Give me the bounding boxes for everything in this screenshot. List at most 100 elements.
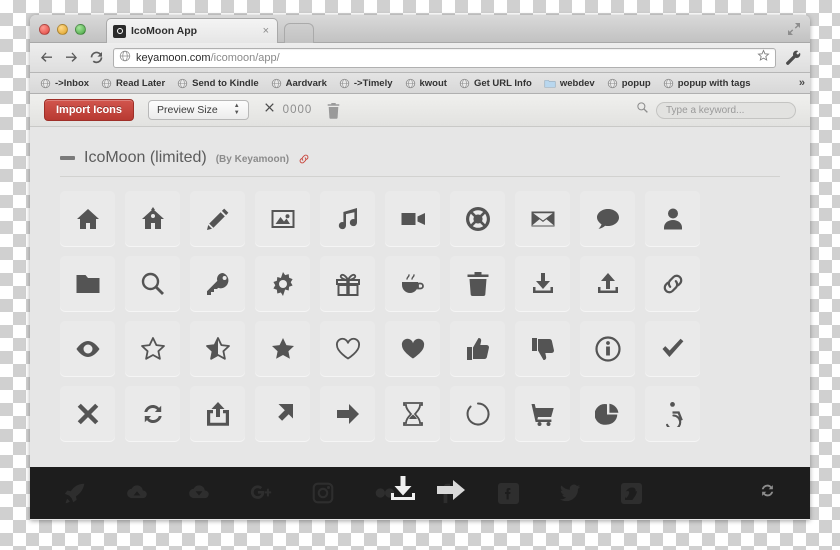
cloud-down-icon[interactable] [126,482,148,504]
accessibility-icon [665,401,683,427]
bookmark-item[interactable]: popup with tags [659,77,755,90]
browser-tab[interactable]: IcoMoon App × [106,18,278,43]
icon-tile-music[interactable] [320,191,375,246]
google-plus-icon[interactable] [250,482,272,504]
back-icon[interactable] [38,49,55,66]
icon-tile-image[interactable] [255,191,310,246]
browser-window: IcoMoon App × keyamoon.com/icomoon/app/ [30,15,810,520]
icon-set-title-row: IcoMoon (limited) (By Keyamoon) [60,149,780,177]
bookmark-item[interactable]: Get URL Info [455,77,536,90]
bookmark-item[interactable]: popup [603,77,655,90]
selection-counter: 0000 [263,101,313,119]
icon-tile-heart-full[interactable] [385,321,440,376]
download-tray-icon[interactable] [388,474,418,509]
icon-tile-search[interactable] [125,256,180,311]
close-window-button[interactable] [39,24,50,35]
bookmark-item[interactable]: Aardvark [267,77,331,90]
icon-tile-heart-empty[interactable] [320,321,375,376]
forward-icon[interactable] [63,49,80,66]
cross-icon[interactable] [263,101,276,119]
twitter-icon[interactable] [559,482,581,504]
icon-tile-thumbs-down[interactable] [515,321,570,376]
search-input[interactable]: Type a keyword... [656,101,796,119]
bookmark-item[interactable]: ->Inbox [36,77,93,90]
new-tab-button[interactable] [284,23,314,43]
bookmark-item[interactable]: kwout [401,77,451,90]
bookmark-item[interactable]: Read Later [97,77,169,90]
icon-tile-arrow-up-right[interactable] [255,386,310,441]
bookmark-item[interactable]: ->Timely [335,77,397,90]
link-icon[interactable] [298,152,310,164]
instagram-icon[interactable] [312,482,334,504]
icon-tile-cog[interactable] [255,256,310,311]
icon-tile-key[interactable] [190,256,245,311]
icon-tile-support[interactable] [450,191,505,246]
facebook-square-icon[interactable] [498,482,519,504]
icon-tile-cart[interactable] [515,386,570,441]
icon-tile-star-half[interactable] [190,321,245,376]
arrow-right-icon[interactable] [436,479,466,506]
globe-icon [607,78,617,88]
icon-tile-link[interactable] [645,256,700,311]
icon-tile-share[interactable] [190,386,245,441]
icon-tile-pie-chart[interactable] [580,386,635,441]
icon-tile-coffee[interactable] [385,256,440,311]
trash-icon[interactable] [326,102,341,119]
icon-tile-bubble[interactable] [580,191,635,246]
user-icon [663,208,682,229]
icon-tile-arrow-right[interactable] [320,386,375,441]
loop-icon [143,404,162,423]
icon-tile-loop[interactable] [125,386,180,441]
icon-tile-download[interactable] [515,256,570,311]
icon-tile-pencil[interactable] [190,191,245,246]
bubble-icon [596,208,619,229]
icon-tile-home[interactable] [60,191,115,246]
refresh-icon[interactable] [759,482,776,504]
icon-tile-info[interactable] [580,321,635,376]
icon-tile-star-full[interactable] [255,321,310,376]
minimize-window-button[interactable] [57,24,68,35]
icon-tile-video-camera[interactable] [385,191,440,246]
star-half-icon [205,336,230,360]
bookmark-item[interactable]: Send to Kindle [173,77,263,90]
icon-tile-upload[interactable] [580,256,635,311]
rocket-icon[interactable] [64,482,86,504]
icon-tile-spinner[interactable] [450,386,505,441]
icon-tile-hourglass[interactable] [385,386,440,441]
icon-tile-gift[interactable] [320,256,375,311]
preview-size-select[interactable]: Preview Size ▲ ▼ [148,100,249,120]
star-icon[interactable] [757,48,770,67]
bookmark-label: popup with tags [677,77,751,89]
icon-tile-envelope[interactable] [515,191,570,246]
icon-tile-accessibility[interactable] [645,386,700,441]
bookmarks-bar: ->Inbox Read Later Send to Kindle Aardva… [30,73,810,94]
preview-size-label: Preview Size [157,104,218,116]
icon-tile-home2[interactable] [125,191,180,246]
import-icons-button[interactable]: Import Icons [44,99,135,121]
icon-tile-trash[interactable] [450,256,505,311]
bookmark-folder[interactable]: webdev [540,77,599,90]
icon-tile-star-empty[interactable] [125,321,180,376]
icon-tile-checkmark[interactable] [645,321,700,376]
icon-tile-folder[interactable] [60,256,115,311]
zoom-window-button[interactable] [75,24,86,35]
wrench-icon[interactable] [784,49,802,67]
close-icon[interactable]: × [261,25,271,37]
support-icon [465,206,490,231]
cloud-up-icon[interactable] [188,482,210,504]
hourglass-icon [402,401,423,426]
url-input[interactable]: keyamoon.com/icomoon/app/ [113,47,776,68]
window-controls [39,24,86,35]
icon-tile-cross[interactable] [60,386,115,441]
vimeo-icon[interactable] [621,482,642,504]
search-icon [141,272,164,295]
reload-icon[interactable] [88,49,105,66]
icon-tile-user[interactable] [645,191,700,246]
icon-tile-thumbs-up[interactable] [450,321,505,376]
icon-set-name: IcoMoon (limited) [84,149,207,166]
bookmarks-overflow-icon[interactable]: » [799,77,805,89]
maximize-icon[interactable] [786,21,802,37]
icon-tile-eye[interactable] [60,321,115,376]
heart-empty-icon [335,337,360,360]
collapse-minus-icon[interactable] [60,156,75,160]
